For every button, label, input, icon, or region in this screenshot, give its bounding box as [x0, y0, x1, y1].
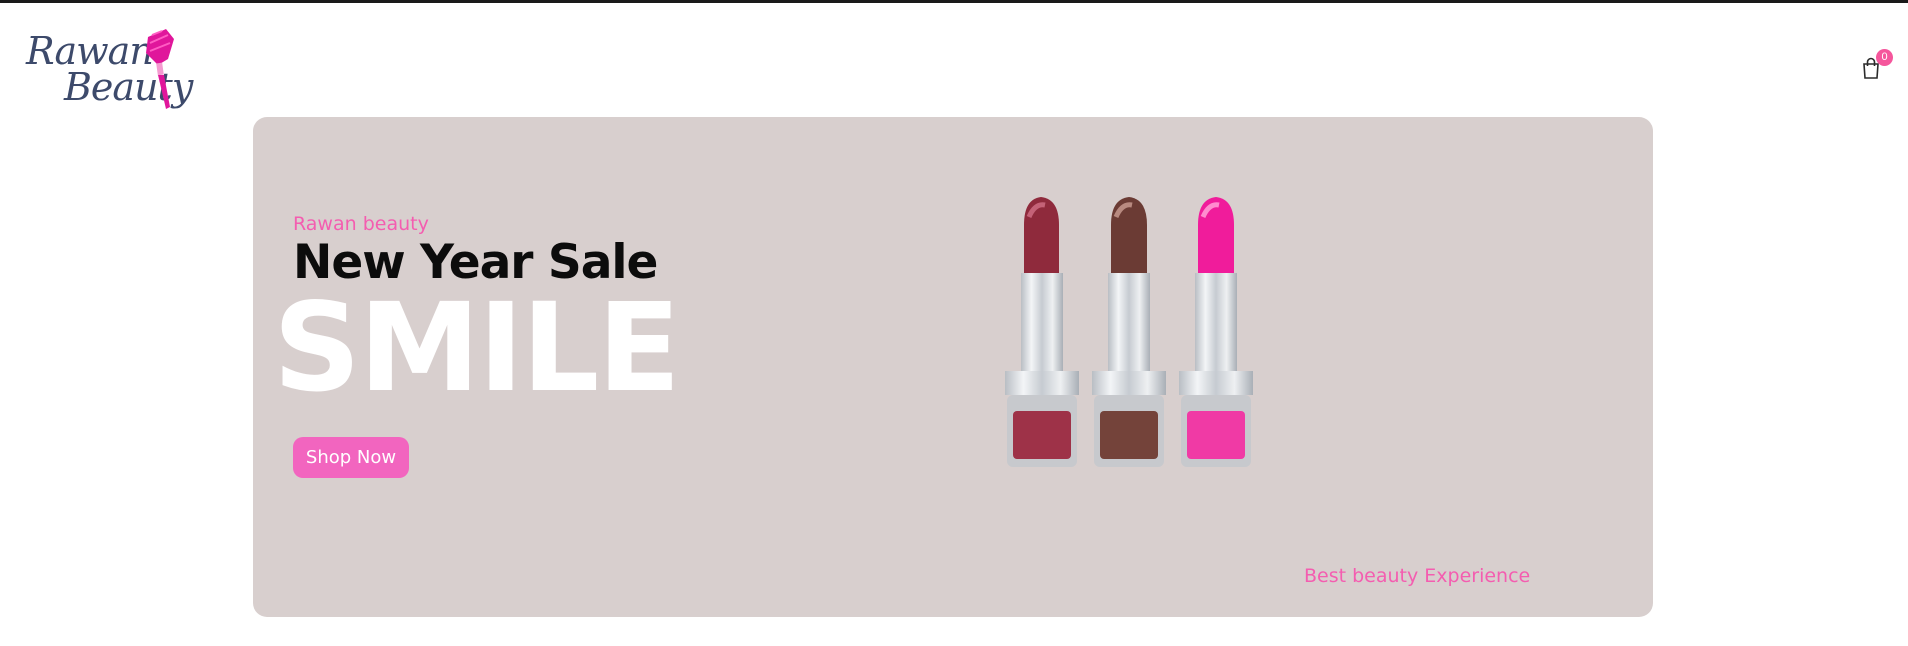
lipstick-pink [1179, 197, 1253, 467]
three-lipsticks-image [1005, 197, 1253, 467]
hero-big-word: SMILE [273, 277, 681, 419]
site-header: Rawan Beauty 0 [0, 3, 1908, 118]
lipstick-berry [1005, 197, 1079, 467]
cart-button[interactable]: 0 [1862, 49, 1896, 83]
hero-banner: Rawan beauty New Year Sale SMILE Shop No… [253, 117, 1653, 617]
cart-count-badge: 0 [1876, 49, 1893, 66]
brand-logo[interactable]: Rawan Beauty [26, 25, 193, 115]
shop-now-button[interactable]: Shop Now [293, 437, 409, 478]
hero-kicker: Rawan beauty [293, 213, 429, 235]
lipstick-brown [1092, 197, 1166, 467]
hero-tagline: Best beauty Experience [1304, 565, 1531, 587]
makeup-brush-icon [146, 29, 174, 109]
